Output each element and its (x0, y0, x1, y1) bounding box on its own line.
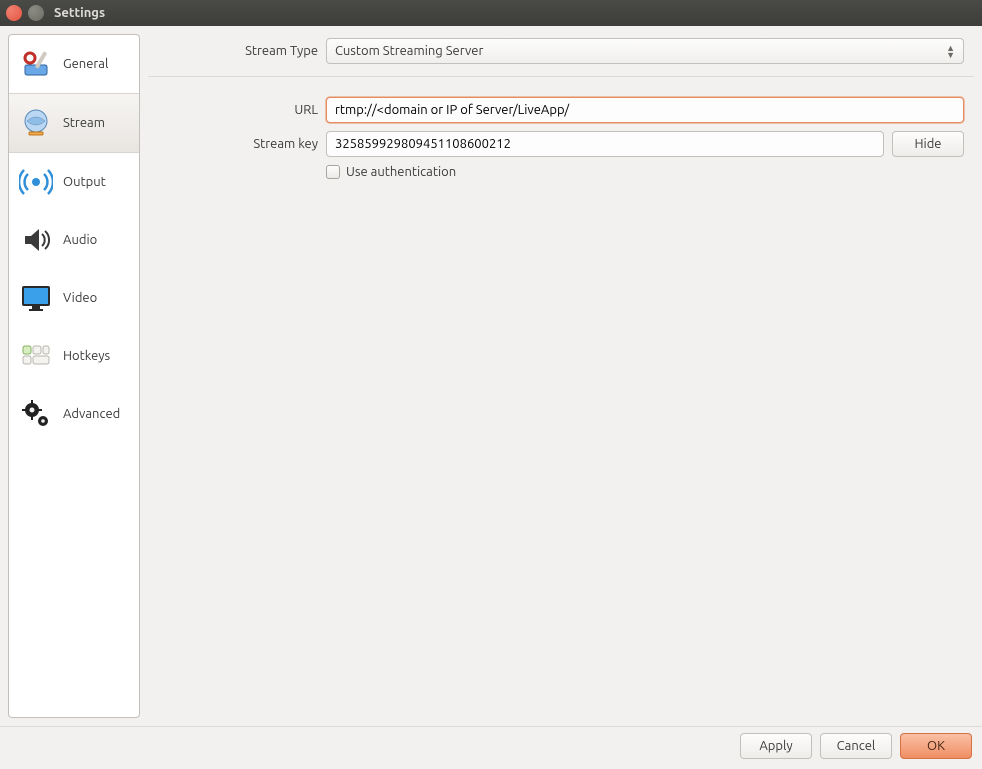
url-label: URL (148, 103, 318, 117)
gears-icon (19, 397, 53, 431)
sidebar-item-output[interactable]: Output (9, 153, 139, 211)
sidebar-item-label: Audio (63, 233, 97, 247)
close-icon[interactable] (6, 5, 22, 21)
cancel-button[interactable]: Cancel (820, 733, 892, 759)
chevron-updown-icon: ▲▼ (946, 45, 955, 58)
sidebar-item-label: Stream (63, 116, 105, 130)
sidebar-item-general[interactable]: General (9, 35, 139, 93)
hide-button[interactable]: Hide (892, 131, 964, 157)
ok-button[interactable]: OK (900, 733, 972, 759)
stream-key-input[interactable] (326, 131, 884, 157)
monitor-icon (19, 281, 53, 315)
titlebar: Settings (0, 0, 982, 26)
sidebar-item-video[interactable]: Video (9, 269, 139, 327)
sidebar-item-label: Output (63, 175, 106, 189)
sidebar-item-label: Video (63, 291, 97, 305)
apply-button[interactable]: Apply (740, 733, 812, 759)
sidebar-item-label: Advanced (63, 407, 120, 421)
use-auth-row: Use authentication (326, 161, 974, 183)
stream-type-label: Stream Type (148, 44, 318, 58)
stream-type-value: Custom Streaming Server (335, 44, 483, 58)
use-auth-checkbox[interactable] (326, 165, 340, 179)
stream-key-row: Stream key Hide (148, 127, 974, 161)
stream-type-select[interactable]: Custom Streaming Server ▲▼ (326, 38, 964, 64)
url-input[interactable] (326, 97, 964, 123)
settings-sidebar: General Stream (8, 34, 140, 718)
sidebar-item-hotkeys[interactable]: Hotkeys (9, 327, 139, 385)
tools-icon (19, 47, 53, 81)
window-body: General Stream (0, 26, 982, 726)
sidebar-item-audio[interactable]: Audio (9, 211, 139, 269)
sidebar-item-label: General (63, 57, 108, 71)
sidebar-item-stream[interactable]: Stream (9, 93, 139, 153)
stream-key-label: Stream key (148, 137, 318, 151)
use-auth-label: Use authentication (346, 165, 456, 179)
stream-settings-panel: Stream Type Custom Streaming Server ▲▼ U… (148, 34, 974, 718)
url-row: URL (148, 93, 974, 127)
minimize-icon[interactable] (28, 5, 44, 21)
window-title: Settings (54, 6, 105, 20)
dialog-footer: Apply Cancel OK (0, 726, 982, 769)
speaker-icon (19, 223, 53, 257)
globe-icon (19, 106, 53, 140)
sidebar-item-advanced[interactable]: Advanced (9, 385, 139, 443)
keyboard-icon (19, 339, 53, 373)
broadcast-icon (19, 165, 53, 199)
stream-type-row: Stream Type Custom Streaming Server ▲▼ (148, 34, 974, 68)
separator (148, 76, 974, 77)
sidebar-item-label: Hotkeys (63, 349, 110, 363)
